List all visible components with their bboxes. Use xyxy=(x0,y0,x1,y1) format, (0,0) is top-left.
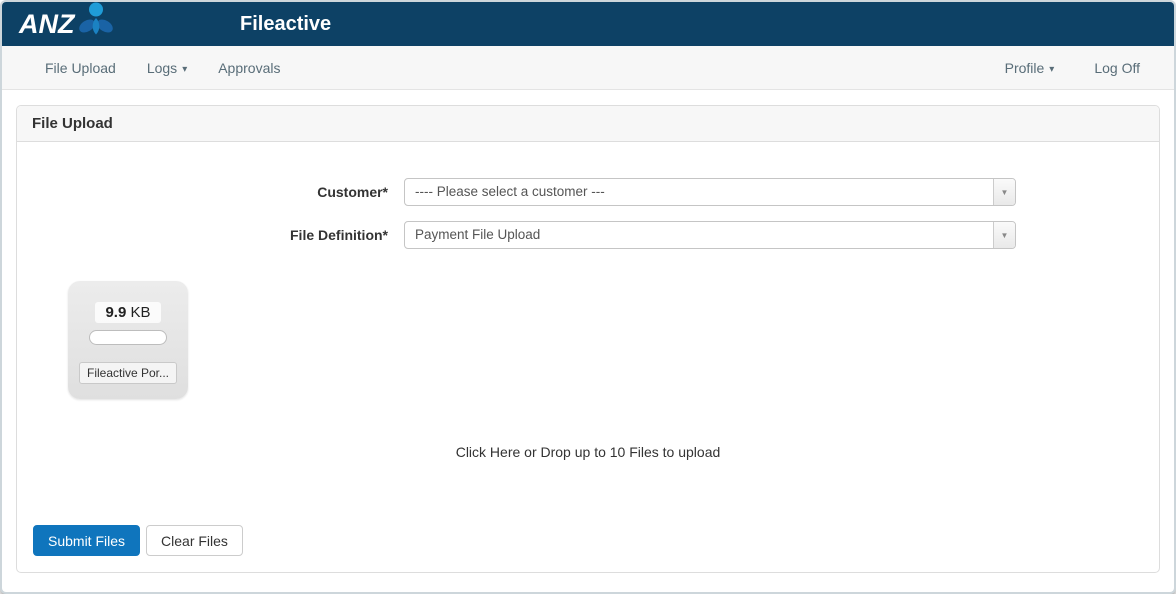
panel-body: Customer* ---- Please select a customer … xyxy=(17,142,1159,572)
file-progress-bar xyxy=(89,330,167,345)
anz-logo: ANZ xyxy=(2,5,113,43)
main-content: File Upload Customer* ---- Please select… xyxy=(2,90,1174,573)
clear-files-button[interactable]: Clear Files xyxy=(146,525,243,556)
caret-down-icon: ▾ xyxy=(182,64,187,75)
nav-item-profile-label: Profile xyxy=(1005,60,1045,76)
submit-files-button[interactable]: Submit Files xyxy=(33,525,140,556)
nav-item-file-upload[interactable]: File Upload xyxy=(45,60,116,76)
main-navbar: File Upload Logs ▾ Approvals Profile ▾ Log… xyxy=(2,46,1174,90)
dropzone-hint-text: Click Here or Drop up to 10 Files to upl… xyxy=(17,444,1159,460)
anz-logo-text: ANZ xyxy=(19,11,75,38)
app-window: ANZ Fileactive File Upload Logs ▾ Approva… xyxy=(0,0,1176,594)
nav-item-approvals[interactable]: Approvals xyxy=(218,60,280,76)
nav-item-file-upload-label: File Upload xyxy=(45,60,116,76)
nav-left-group: File Upload Logs ▾ Approvals xyxy=(45,60,280,76)
file-size-unit-label: KB xyxy=(131,304,151,321)
nav-right-group: Profile ▾ Log Off xyxy=(1005,60,1140,76)
anz-lotus-icon xyxy=(79,1,113,43)
file-size-value: 9.9 xyxy=(105,304,126,321)
nav-item-logs-label: Logs xyxy=(147,60,177,76)
nav-item-approvals-label: Approvals xyxy=(218,60,280,76)
uploaded-file-card[interactable]: 9.9 KB Fileactive Por... xyxy=(68,281,188,399)
file-name-label: Fileactive Por... xyxy=(79,362,177,384)
file-size-badge: 9.9 KB xyxy=(95,302,160,323)
nav-item-log-off[interactable]: Log Off xyxy=(1094,60,1140,76)
top-brand-bar: ANZ Fileactive xyxy=(2,2,1174,46)
file-upload-panel: File Upload Customer* ---- Please select… xyxy=(16,105,1160,573)
caret-down-icon: ▾ xyxy=(1049,64,1054,75)
nav-item-logs[interactable]: Logs ▾ xyxy=(147,60,187,76)
nav-item-profile[interactable]: Profile ▾ xyxy=(1005,60,1055,76)
action-buttons: Submit Files Clear Files xyxy=(33,525,243,556)
app-title: Fileactive xyxy=(240,13,331,36)
nav-item-log-off-label: Log Off xyxy=(1094,60,1140,76)
panel-title: File Upload xyxy=(17,106,1159,142)
file-dropzone[interactable]: 9.9 KB Fileactive Por... Click Here or D… xyxy=(17,142,1159,572)
